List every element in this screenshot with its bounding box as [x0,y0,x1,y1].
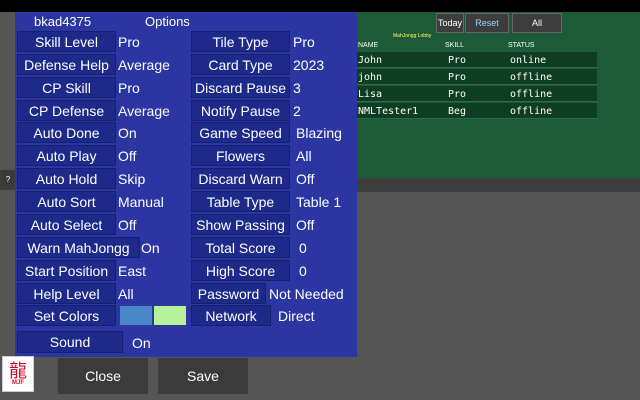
save-button[interactable]: Save [158,358,248,394]
auto-play-value: Off [118,147,137,164]
cp-skill-button[interactable]: CP Skill [17,77,116,98]
auto-sort-value: Manual [118,193,164,210]
game-speed-button[interactable]: Game Speed [191,122,290,143]
defense-help-value: Average [118,56,170,73]
tile-type-value: Pro [293,33,315,50]
password-button[interactable]: Password [191,283,266,304]
dialog-title: Options [145,14,190,29]
card-type-value: 2023 [293,56,325,73]
flowers-button[interactable]: Flowers [191,145,290,166]
help-level-value: All [118,285,134,302]
sound-button[interactable]: Sound [17,331,123,353]
skill-level-button[interactable]: Skill Level [17,31,116,52]
player-name: Lisa [358,89,383,100]
player-status: offline [510,89,553,100]
total-score-button[interactable]: Total Score [191,237,290,258]
player-skill: Beg [448,106,467,117]
show-passing-button[interactable]: Show Passing [191,214,290,235]
column-header-status: STATUS [508,42,535,49]
flowers-value: All [296,147,312,164]
help-level-button[interactable]: Help Level [17,283,116,304]
table-type-button[interactable]: Table Type [191,191,290,212]
player-name: John [358,55,383,66]
tile-type-button[interactable]: Tile Type [191,31,290,52]
discard-warn-button[interactable]: Discard Warn [191,168,290,189]
set-colors-button[interactable]: Set Colors [17,305,116,326]
logo-text: MJF [12,380,24,386]
player-row[interactable]: John Pro online [355,52,597,68]
player-status: offline [510,106,553,117]
network-value: Direct [278,307,315,324]
player-skill: Pro [448,72,467,83]
auto-sort-button[interactable]: Auto Sort [17,191,116,212]
defense-help-button[interactable]: Defense Help [17,54,116,75]
auto-play-button[interactable]: Auto Play [17,145,116,166]
secondary-color-swatch[interactable] [154,306,186,325]
lobby-title: MahJongg Lobby [393,33,432,39]
close-button[interactable]: Close [58,358,148,394]
player-row[interactable]: Lisa Pro offline [355,86,597,102]
cp-defense-value: Average [118,102,170,119]
column-header-name: NAME [358,42,379,49]
app-logo: 龍 MJF [2,356,34,392]
discard-pause-button[interactable]: Discard Pause [191,77,290,98]
dragon-icon: 龍 [9,361,27,381]
start-position-button[interactable]: Start Position [17,260,116,281]
auto-select-value: Off [118,216,137,233]
reset-button[interactable]: Reset [465,13,509,33]
discard-pause-value: 3 [293,79,301,96]
network-button[interactable]: Network [191,305,271,326]
game-speed-value: Blazing [296,124,342,141]
start-position-value: East [118,262,147,279]
player-name: john [358,72,383,83]
player-status: online [510,55,547,66]
auto-select-button[interactable]: Auto Select [17,214,116,235]
filter-all-button[interactable]: All [512,13,562,33]
warn-mahjongg-button[interactable]: Warn MahJongg [17,237,140,258]
player-skill: Pro [448,89,467,100]
sound-value: On [132,334,151,351]
primary-color-swatch[interactable] [120,306,152,325]
notify-pause-value: 2 [293,102,301,119]
player-row[interactable]: john Pro offline [355,69,597,85]
player-status: offline [510,72,553,83]
auto-done-value: On [118,124,137,141]
show-passing-value: Off [296,216,315,233]
auto-hold-value: Skip [118,170,146,187]
player-row[interactable]: NMLTester1 Beg offline [355,103,597,119]
today-button[interactable]: Today [436,13,464,33]
high-score-value: 0 [299,262,307,279]
notify-pause-button[interactable]: Notify Pause [191,100,290,121]
skill-level-value: Pro [118,33,140,50]
high-score-button[interactable]: High Score [191,260,290,281]
help-button[interactable]: ? [2,171,14,187]
warn-mahjongg-value: On [141,239,160,256]
table-type-value: Table 1 [296,193,342,210]
auto-hold-button[interactable]: Auto Hold [17,168,116,189]
card-type-button[interactable]: Card Type [191,54,290,75]
cp-skill-value: Pro [118,79,140,96]
lobby-footer-strip [355,178,640,192]
column-header-skill: SKILL [445,42,465,49]
top-bar [0,0,640,12]
player-skill: Pro [448,55,467,66]
total-score-value: 0 [299,239,307,256]
username-label: bkad4375 [34,14,92,29]
auto-done-button[interactable]: Auto Done [17,122,116,143]
password-value: Not Needed [269,285,344,302]
player-name: NMLTester1 [358,106,419,117]
discard-warn-value: Off [296,170,315,187]
cp-defense-button[interactable]: CP Defense [17,100,116,121]
